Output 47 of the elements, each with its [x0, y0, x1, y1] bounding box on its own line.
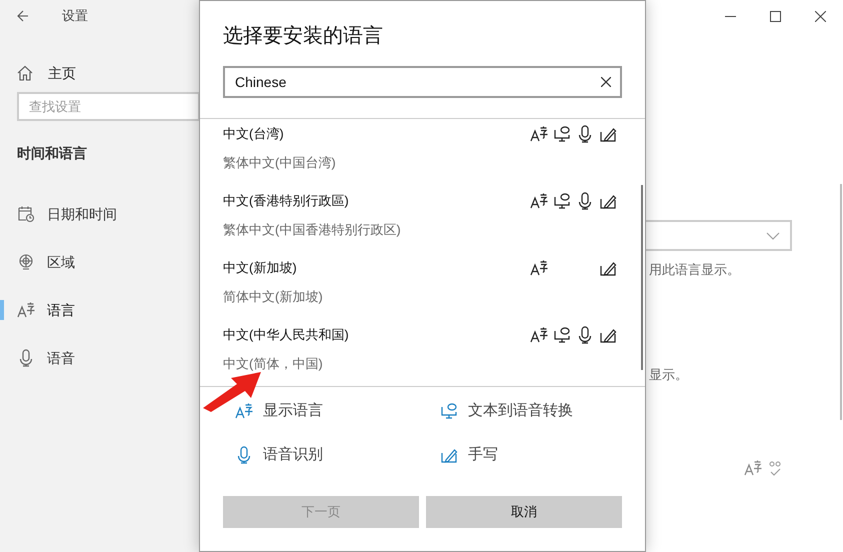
globe-icon: [17, 253, 35, 271]
hint-text: 显示。: [649, 366, 688, 384]
calendar-clock-icon: [17, 205, 35, 223]
nav-item[interactable]: 语音: [47, 348, 75, 368]
nav-item[interactable]: 日期和时间: [47, 204, 117, 224]
legend-label: 文本到语音转换: [468, 400, 573, 421]
language-row[interactable]: 中文(新加坡) 简体中文(新加坡): [200, 253, 645, 320]
scrollbar[interactable]: [641, 185, 643, 370]
close-icon[interactable]: [815, 10, 826, 22]
back-arrow-icon[interactable]: [17, 10, 29, 22]
legend-label: 语音识别: [263, 444, 323, 465]
language-icon: [744, 459, 762, 477]
language-row[interactable]: 中文(香港特别行政區) 繁体中文(中国香港特别行政区): [200, 186, 645, 253]
home-link[interactable]: 主页: [48, 62, 76, 84]
language-icon: [235, 402, 253, 420]
chevron-down-icon: [766, 232, 780, 240]
legend-label: 显示语言: [263, 400, 323, 421]
nav-item[interactable]: 语言: [47, 300, 75, 320]
language-name: 中文(中华人民共和国): [223, 326, 349, 344]
nav-item[interactable]: 区域: [47, 252, 75, 272]
cancel-button[interactable]: 取消: [426, 496, 622, 528]
dialog-title: 选择要安装的语言: [223, 24, 384, 49]
microphone-icon: [235, 446, 253, 464]
maximize-icon[interactable]: [770, 10, 781, 22]
home-icon[interactable]: [17, 65, 33, 81]
language-subtitle: 繁体中文(中国香港特别行政区): [223, 221, 402, 239]
legend-label: 手写: [468, 444, 498, 465]
window-title: 设置: [62, 7, 88, 26]
language-subtitle: 繁体中文(中国台湾): [223, 154, 337, 172]
language-icon: [17, 301, 35, 319]
language-name: 中文(新加坡): [223, 259, 297, 278]
hint-text: 用此语言显示。: [649, 261, 740, 279]
microphone-icon: [17, 349, 35, 367]
search-field[interactable]: 查找设置: [17, 92, 200, 121]
scrollbar[interactable]: [840, 184, 842, 420]
language-row[interactable]: 中文(中华人民共和国) 中文(简体，中国): [200, 320, 645, 387]
language-subtitle: 中文(简体，中国): [223, 355, 324, 373]
language-subtitle: 简体中文(新加坡): [223, 288, 324, 306]
pointer-arrow: [203, 370, 263, 412]
language-row[interactable]: 中文(台湾) 繁体中文(中国台湾): [200, 119, 645, 186]
language-name: 中文(香港特别行政區): [223, 192, 349, 210]
section-heading: 时间和语言: [17, 144, 88, 163]
monitor-speech-icon: [440, 402, 458, 420]
clear-icon[interactable]: [601, 77, 611, 87]
language-name: 中文(台湾): [223, 125, 284, 144]
spellcheck-icon: [768, 460, 782, 476]
search-field[interactable]: Chinese: [223, 66, 622, 98]
